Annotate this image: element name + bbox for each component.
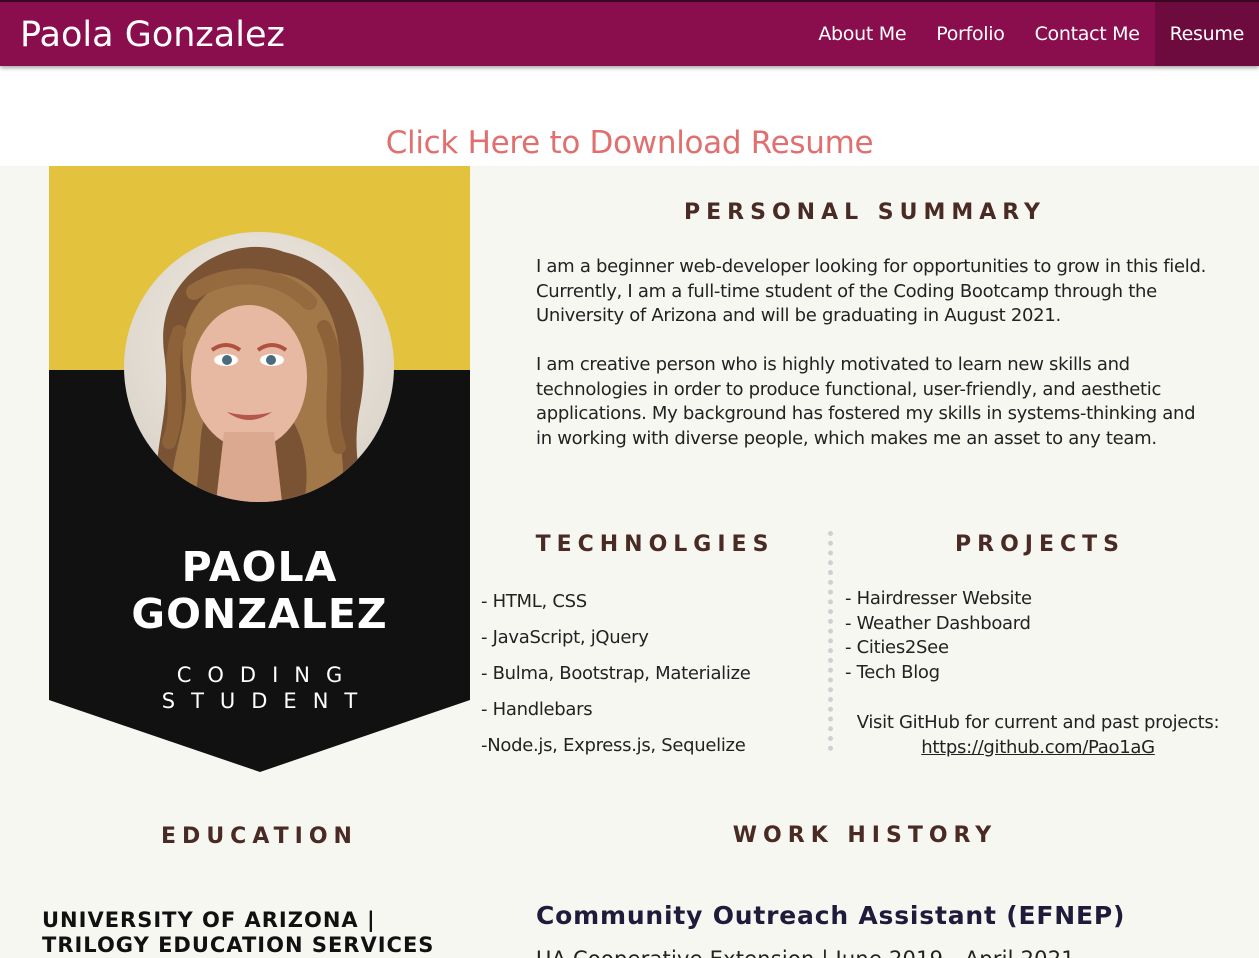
- list-item: - Handlebars: [481, 699, 593, 720]
- personal-summary-title: PERSONAL SUMMARY: [684, 200, 1046, 225]
- github-note: Visit GitHub for current and past projec…: [836, 711, 1240, 760]
- nav-portfolio[interactable]: Porfolio: [921, 2, 1019, 66]
- list-item: - Cities2See: [845, 637, 949, 658]
- list-item: - Tech Blog: [845, 661, 940, 683]
- nav-contact-me[interactable]: Contact Me: [1020, 2, 1155, 66]
- github-note-text: Visit GitHub for current and past projec…: [856, 712, 1220, 733]
- nav-links: About Me Porfolio Contact Me Resume: [803, 2, 1259, 66]
- education-title: EDUCATION: [161, 824, 358, 849]
- nav-about-me[interactable]: About Me: [803, 2, 921, 66]
- banner-role-line1: CODING: [176, 663, 359, 687]
- navbar: Paola Gonzalez About Me Porfolio Contact…: [0, 0, 1259, 66]
- job-meta: UA Cooperative Extension | June 2019 - A…: [536, 946, 1075, 958]
- download-resume-link[interactable]: Click Here to Download Resume: [0, 122, 1259, 164]
- banner-role: CODING STUDENT: [49, 662, 470, 714]
- projects-title: PROJECTS: [955, 532, 1125, 557]
- banner-name-last: GONZALEZ: [131, 590, 388, 638]
- technologies-list: - HTML, CSS - JavaScript, jQuery - Bulma…: [481, 584, 751, 764]
- nav-resume[interactable]: Resume: [1154, 2, 1259, 66]
- education-school: UNIVERSITY OF ARIZONA | TRILOGY EDUCATIO…: [42, 908, 435, 957]
- summary-paragraph-2: I am creative person who is highly motiv…: [536, 354, 1196, 449]
- list-item: - Hairdresser Website: [845, 588, 1032, 609]
- projects-list: - Hairdresser Website - Weather Dashboar…: [845, 587, 1032, 685]
- list-item: - Bulma, Bootstrap, Materialize: [481, 663, 751, 684]
- list-item: -Node.js, Express.js, Sequelize: [481, 735, 746, 756]
- resume-image: PAOLA GONZALEZ CODING STUDENT PERSONAL S…: [0, 166, 1259, 958]
- list-item: - Weather Dashboard: [845, 612, 1031, 634]
- work-history-title: WORK HISTORY: [732, 823, 998, 848]
- banner-name: PAOLA GONZALEZ: [49, 544, 470, 638]
- banner-name-first: PAOLA: [181, 543, 338, 591]
- brand-title[interactable]: Paola Gonzalez: [20, 14, 285, 56]
- list-item: - JavaScript, jQuery: [481, 627, 649, 648]
- banner-role-line2: STUDENT: [161, 689, 374, 713]
- technologies-title: TECHNOLGIES: [535, 532, 775, 557]
- profile-photo: [124, 232, 394, 502]
- list-item: - HTML, CSS: [481, 591, 587, 612]
- summary-paragraph-1: I am a beginner web-developer looking fo…: [536, 256, 1206, 326]
- github-link: https://github.com/Pao1aG: [921, 736, 1155, 758]
- job-title: Community Outreach Assistant (EFNEP): [536, 901, 1126, 930]
